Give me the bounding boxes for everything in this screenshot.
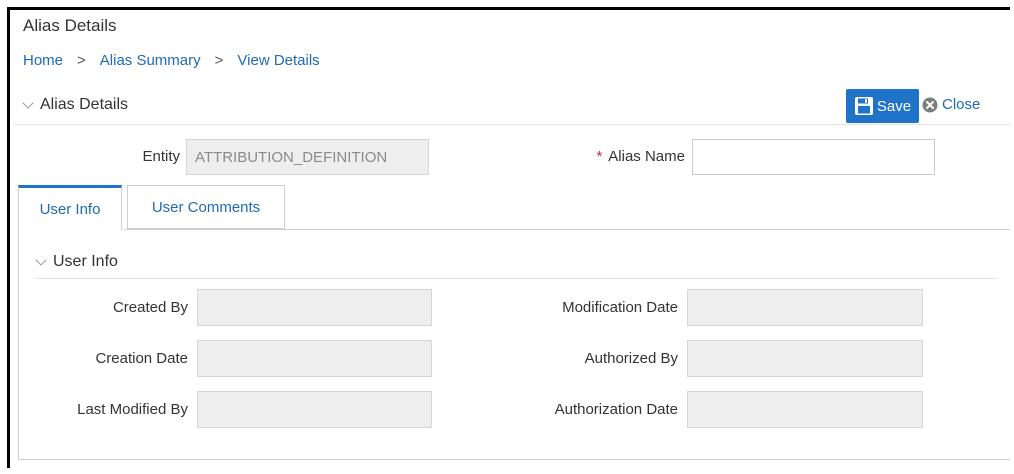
authorization-date-label: Authorization Date — [554, 401, 678, 418]
close-button-label: Close — [942, 96, 981, 113]
alias-name-label-text: Alias Name — [608, 148, 685, 165]
authorized-by-label: Authorized By — [584, 350, 678, 367]
section-title: Alias Details — [40, 96, 129, 113]
page-title: Alias Details — [23, 16, 117, 35]
breadcrumb-view-details[interactable]: View Details — [237, 52, 319, 69]
modification-date-label: Modification Date — [562, 299, 678, 316]
close-button[interactable]: Close — [922, 96, 980, 113]
authorized-by-field — [687, 340, 923, 377]
app-window: Alias Details Home > Alias Summary > View De… — [7, 7, 1010, 468]
alias-name-input[interactable] — [692, 139, 935, 175]
tab-user-info[interactable]: User Info — [18, 185, 122, 230]
floppy-disk-icon — [854, 97, 873, 115]
breadcrumb-alias-summary[interactable]: Alias Summary — [100, 52, 201, 69]
required-asterisk: * — [596, 148, 603, 165]
save-button-label: Save — [876, 97, 912, 115]
breadcrumb-separator: > — [77, 52, 86, 69]
chevron-down-icon — [35, 253, 47, 266]
last-modified-by-field — [197, 391, 432, 428]
creation-date-label: Creation Date — [95, 350, 188, 367]
alias-name-label: * Alias Name — [570, 148, 685, 165]
breadcrumb: Home > Alias Summary > View Details — [23, 52, 320, 69]
close-circle-icon — [922, 97, 938, 112]
user-info-section-header[interactable]: User Info — [35, 253, 118, 271]
entity-field: ATTRIBUTION_DEFINITION — [186, 139, 429, 175]
created-by-field — [197, 289, 432, 326]
entity-label: Entity — [142, 148, 180, 165]
tab-user-comments[interactable]: User Comments — [127, 185, 285, 229]
authorization-date-field — [687, 391, 923, 428]
last-modified-by-label: Last Modified By — [77, 401, 188, 418]
save-button[interactable]: Save — [846, 89, 919, 123]
section-divider — [13, 124, 1010, 125]
breadcrumb-home[interactable]: Home — [23, 52, 63, 69]
user-info-title: User Info — [53, 253, 118, 270]
user-info-divider — [35, 278, 998, 279]
created-by-label: Created By — [112, 299, 188, 316]
breadcrumb-separator: > — [214, 52, 224, 69]
modification-date-field — [687, 289, 923, 326]
alias-details-section-header[interactable]: Alias Details — [22, 96, 129, 114]
creation-date-field — [197, 340, 432, 377]
chevron-down-icon — [22, 96, 34, 109]
